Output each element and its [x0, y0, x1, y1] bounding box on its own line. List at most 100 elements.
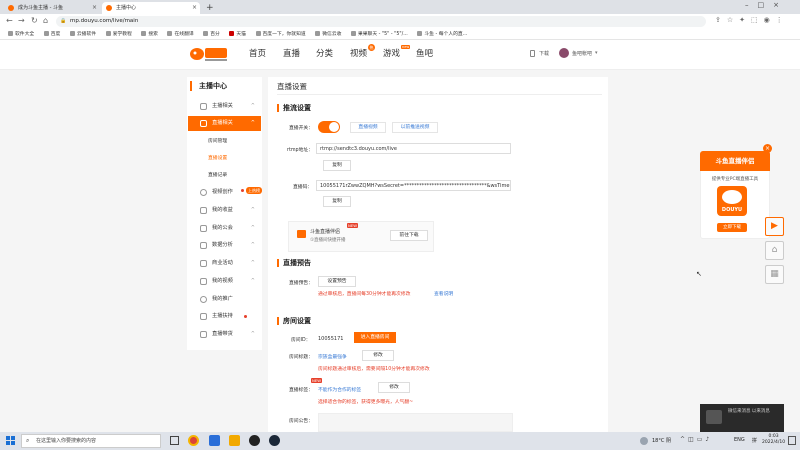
sidebar-item-guild[interactable]: 我的公会 ^ [188, 221, 261, 236]
bookmark-item[interactable]: 软件大全 [8, 29, 34, 40]
home-icon[interactable]: ⌂ [43, 16, 48, 26]
set-preview-button[interactable]: 设置预告 [318, 276, 356, 287]
sidebar-item-income[interactable]: 我的收益 ^ [188, 203, 261, 218]
bookmark-item[interactable]: 云播软件 [69, 29, 96, 40]
room-name-value: 宗族盒最强争 [318, 355, 347, 360]
bookmark-item[interactable]: 果果聊天 - "5" - "5"/... [350, 29, 408, 40]
sidebar-item-business[interactable]: 商业活动 ^ [188, 256, 261, 271]
bookmark-item[interactable]: 天猫 [229, 29, 246, 40]
enter-room-button[interactable]: 进入直播房间 [354, 332, 396, 343]
chart-icon [200, 242, 207, 249]
stream-code-input[interactable]: 10055171rZwwZQMH?wsSecret=**************… [316, 180, 511, 191]
nav-live[interactable]: 直播 [283, 48, 300, 60]
bookmark-item[interactable]: 百度 [43, 29, 60, 40]
close-icon[interactable]: × [92, 2, 97, 14]
app-icon[interactable] [229, 435, 240, 446]
app-icon[interactable] [209, 435, 220, 446]
chevron-down-icon[interactable]: ▾ [595, 50, 598, 56]
sidebar-item-myvideo[interactable]: 我的视频 ^ [188, 274, 261, 289]
browser-toolbar-icons[interactable]: ⇪☆✦⬚◉⋮ [715, 16, 789, 24]
qr-code-icon[interactable]: ▦ [765, 265, 784, 284]
copy-rtmp-button[interactable]: 复制 [323, 160, 351, 171]
bookmark-item[interactable]: 微信云收 [315, 29, 341, 40]
chrome-icon[interactable] [188, 435, 199, 446]
sidebar-title: 主播中心 [199, 82, 227, 90]
bookmark-item[interactable]: 斗鱼 - 每个人的直... [417, 29, 467, 40]
hot-badge: 上热榜 [246, 187, 262, 194]
sidebar-item-support[interactable]: 主播扶持 [188, 309, 261, 324]
sidebar-item-anchor[interactable]: 主播相关 ^ [188, 99, 261, 114]
bookmark-item[interactable]: 百度一下，你就知道 [255, 29, 306, 40]
taskbar-search-input[interactable]: ⌕ 在这里输入你要搜索的内容 [21, 434, 161, 448]
window-controls[interactable]: –□× [745, 1, 788, 9]
url-input[interactable]: 🔒 mp.douyu.com/live/main [56, 16, 706, 27]
nav-video[interactable]: 视频 [350, 48, 367, 60]
nav-category[interactable]: 分类 [316, 48, 333, 60]
nav-game[interactable]: 游戏 [383, 48, 400, 60]
companion-download-button[interactable]: 前往下载 [390, 230, 428, 241]
page-title: 直播设置 [277, 82, 307, 91]
bookmark-item[interactable]: 爱学教程 [105, 29, 132, 40]
chevron-up-icon: ^ [250, 120, 255, 126]
rtmp-input[interactable]: rtmp://sendtc3.douyu.com/live [316, 143, 511, 154]
home-float-icon[interactable]: ⌂ [765, 241, 784, 260]
input-language[interactable]: ENG [734, 437, 745, 443]
bookmark-item[interactable]: 百分 [203, 29, 220, 40]
sidebar-item-data[interactable]: 数据分析 ^ [188, 238, 261, 253]
bookmarks-bar: 软件大全 百度 云播软件 爱学教程 搜索 在线翻译 百分 天猫 百度一下，你就知… [0, 29, 800, 40]
back-icon[interactable]: ← [6, 16, 13, 26]
tray-icons[interactable]: ^◫▭♪ [680, 436, 712, 443]
notice-textarea[interactable] [318, 413, 513, 432]
sidebar-sub-settings[interactable]: 直播设置 [188, 152, 261, 165]
forward-icon[interactable]: → [18, 16, 25, 26]
nav-fishbar[interactable]: 鱼吧 [416, 48, 433, 60]
sidebar-item-promote[interactable]: 我的推广 [188, 292, 261, 307]
ime-icon[interactable]: 拼 [752, 437, 757, 444]
username[interactable]: 鱼吧帐吧 [572, 50, 592, 57]
task-view-icon[interactable] [170, 436, 179, 445]
previous-stream-button[interactable]: 以前推送视频 [392, 122, 438, 133]
tag-label: 直播标签： [289, 388, 313, 393]
sidebar-item-commerce[interactable]: 直播带货 ^ [188, 327, 261, 342]
notification-center-icon[interactable] [788, 436, 796, 445]
download-link[interactable]: 下载 [539, 50, 549, 57]
main-panel [268, 77, 608, 450]
app-icon[interactable] [249, 435, 260, 446]
fish-icon [722, 190, 742, 204]
sidebar-sub-room[interactable]: 房间管理 [188, 135, 261, 148]
stream-code-label: 直播码： [293, 185, 313, 190]
copy-code-button[interactable]: 复制 [323, 196, 351, 207]
nav-home[interactable]: 首页 [249, 48, 266, 60]
companion-name: 斗鱼直播伴侣 [310, 229, 341, 235]
tab-streamer-center[interactable]: 主播中心 × [102, 2, 200, 14]
sidebar-sub-records[interactable]: 直播记录 [188, 169, 261, 182]
close-icon[interactable]: × [192, 2, 197, 14]
game-badge: new [401, 45, 411, 49]
bookmark-item[interactable]: 在线翻译 [167, 29, 194, 40]
sidebar-item-live[interactable]: 直播相关 ^ [188, 116, 261, 131]
close-icon[interactable]: × [763, 144, 772, 153]
bookmark-item[interactable]: 搜索 [141, 29, 158, 40]
user-icon [200, 103, 207, 110]
live-switch-toggle[interactable] [318, 121, 340, 133]
room-name-label: 房间标题： [289, 355, 313, 360]
douyu-logo[interactable] [188, 44, 228, 64]
edit-name-button[interactable]: 修改 [362, 350, 394, 361]
play-circle-icon[interactable]: ▶ [765, 217, 784, 236]
video-icon [200, 189, 207, 196]
clock[interactable]: 0:03 2022/4/10 [762, 434, 785, 446]
preview-help-link[interactable]: 查看说明 [434, 290, 453, 297]
notification-popup[interactable]: 微信来消息 以来消息 [700, 404, 784, 432]
room-id-value: 10055171 [318, 336, 344, 342]
reload-icon[interactable]: ↻ [31, 16, 38, 26]
tab-become-streamer[interactable]: 成为斗鱼主播 - 斗鱼 × [4, 2, 100, 14]
live-video-button[interactable]: 直播视频 [350, 122, 386, 133]
steam-icon[interactable] [269, 435, 280, 446]
douyu-favicon [8, 5, 14, 11]
avatar[interactable] [559, 48, 569, 58]
promo-download-button[interactable]: 立即下载 [717, 223, 747, 232]
windows-start-icon[interactable] [6, 436, 15, 445]
weather-text[interactable]: 18°C 阴 [652, 437, 671, 444]
edit-tag-button[interactable]: 修改 [378, 382, 410, 393]
new-tab-button[interactable]: + [206, 2, 214, 14]
